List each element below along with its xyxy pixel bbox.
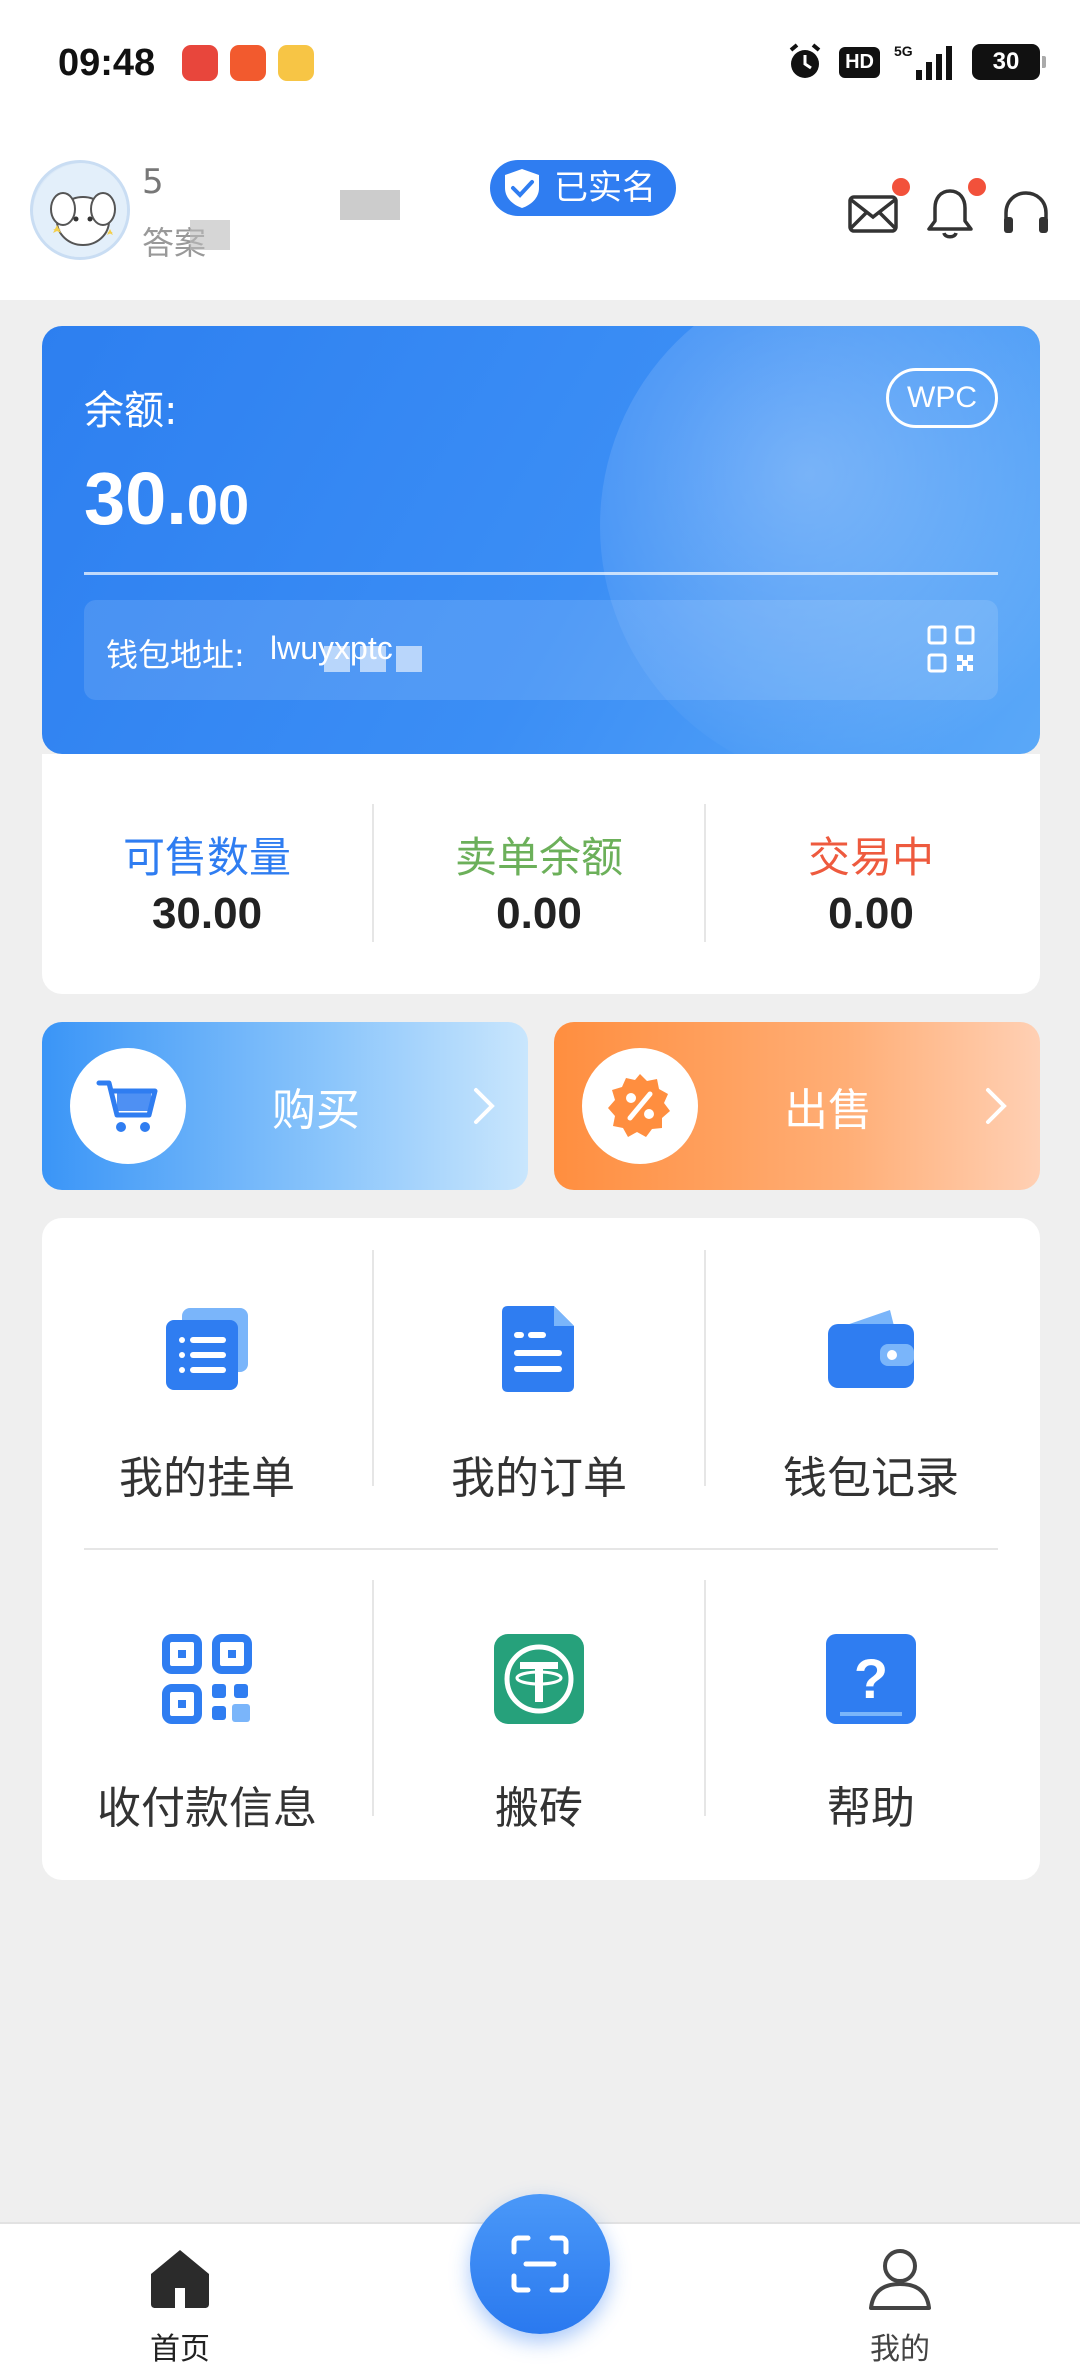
headset-icon[interactable] [998,185,1054,241]
user-header: 5 答案 已实名 [0,130,1080,300]
network-label: 5G [894,43,913,59]
sell-button[interactable]: 出售 [554,1022,1040,1190]
wallet-icon [828,1310,914,1388]
menu-grid: 我的挂单 我的订单 钱包记录 收付款信息 搬砖 ? 帮助 [42,1218,1040,1880]
divider [84,1548,998,1550]
menu-help[interactable]: ? 帮助 [706,1596,1036,1834]
stat-sell-order-balance: 卖单余额 0.00 [374,824,704,939]
menu-payment-info[interactable]: 收付款信息 [42,1596,372,1834]
hd-badge: HD [839,46,880,78]
buy-icon-circle [70,1048,186,1164]
stat-value: 0.00 [496,889,582,938]
signal-icon: 5G [894,43,952,80]
svg-text:?: ? [854,1647,888,1710]
balance-value-integer: 30. [84,457,187,540]
balance-label: 余额: [84,388,178,434]
weibo-icon [278,45,314,81]
scan-icon [511,2235,569,2293]
menu-label: 搬砖 [495,1783,583,1834]
battery-indicator: 30 [972,44,1046,80]
app-notification-icon [230,45,266,81]
redacted-block [340,190,400,220]
status-indicators: HD 5G 30 [785,42,1046,82]
buy-button[interactable]: 购买 [42,1022,528,1190]
bell-unread-dot [968,178,986,196]
tether-icon [494,1634,584,1724]
avatar-illustration [33,163,127,257]
stat-label: 交易中 [807,833,934,882]
status-time: 09:48 [58,42,156,84]
bell-icon[interactable] [922,185,978,241]
mail-icon[interactable] [846,185,902,241]
help-icon: ? [826,1634,916,1724]
status-bar: 09:48 HD 5G 30 [0,0,1080,130]
avatar[interactable] [30,160,130,260]
chevron-right-icon [474,1088,495,1124]
redacted-block [360,646,386,672]
balance-card: 余额: WPC 30.00 钱包地址: lwuyxptc [42,326,1040,754]
nav-home-label: 首页 [150,2332,210,2367]
menu-wallet-records[interactable]: 钱包记录 [706,1266,1036,1504]
app-notification-icon [182,45,218,81]
balance-value: 30.00 [84,456,249,541]
menu-brick-moving[interactable]: 搬砖 [374,1596,704,1834]
scan-button[interactable] [470,2194,610,2334]
stat-value: 30.00 [151,889,263,938]
shopping-cart-icon [96,1080,158,1132]
listing-icon [166,1308,248,1390]
chevron-right-icon [986,1088,1007,1124]
stat-in-trade: 交易中 0.00 [706,824,1036,939]
shield-check-icon [505,169,539,208]
user-icon [869,2249,931,2310]
stat-label: 可售数量 [122,833,291,882]
user-name: 5 [142,162,164,202]
nav-mine-label: 我的 [870,2332,930,2367]
verified-label: 已实名 [554,168,656,208]
order-icon [502,1306,574,1392]
sell-label: 出售 [784,1085,872,1136]
stats-card: 可售数量 30.00 卖单余额 0.00 交易中 0.00 [42,754,1040,994]
divider [84,572,998,575]
menu-label: 钱包记录 [783,1453,959,1504]
menu-label: 帮助 [827,1783,915,1834]
nav-mine[interactable]: 我的 [820,2242,980,2368]
currency-badge[interactable]: WPC [886,368,998,428]
wallet-address-row[interactable]: 钱包地址: lwuyxptc [84,600,998,700]
payment-qr-icon [162,1634,252,1724]
balance-value-decimal: 00 [186,473,250,536]
home-icon [151,2250,209,2308]
redacted-block [190,220,230,250]
redacted-block [396,646,422,672]
alarm-icon [789,43,821,78]
stat-sellable-quantity: 可售数量 30.00 [42,824,372,939]
menu-my-orders[interactable]: 我的订单 [374,1266,704,1504]
qr-code-icon[interactable] [926,624,976,674]
verified-badge: 已实名 [490,160,676,216]
wallet-address-label: 钱包地址: [106,636,245,674]
mail-unread-dot [892,178,910,196]
discount-badge-icon [608,1074,670,1137]
nav-home[interactable]: 首页 [100,2242,260,2368]
sell-icon-circle [582,1048,698,1164]
menu-label: 我的挂单 [119,1453,295,1504]
menu-my-listings[interactable]: 我的挂单 [42,1266,372,1504]
menu-label: 收付款信息 [97,1783,317,1834]
stat-value: 0.00 [828,889,914,938]
redacted-block [324,646,350,672]
buy-label: 购买 [272,1085,360,1136]
stat-label: 卖单余额 [454,833,623,882]
menu-label: 我的订单 [451,1453,627,1504]
